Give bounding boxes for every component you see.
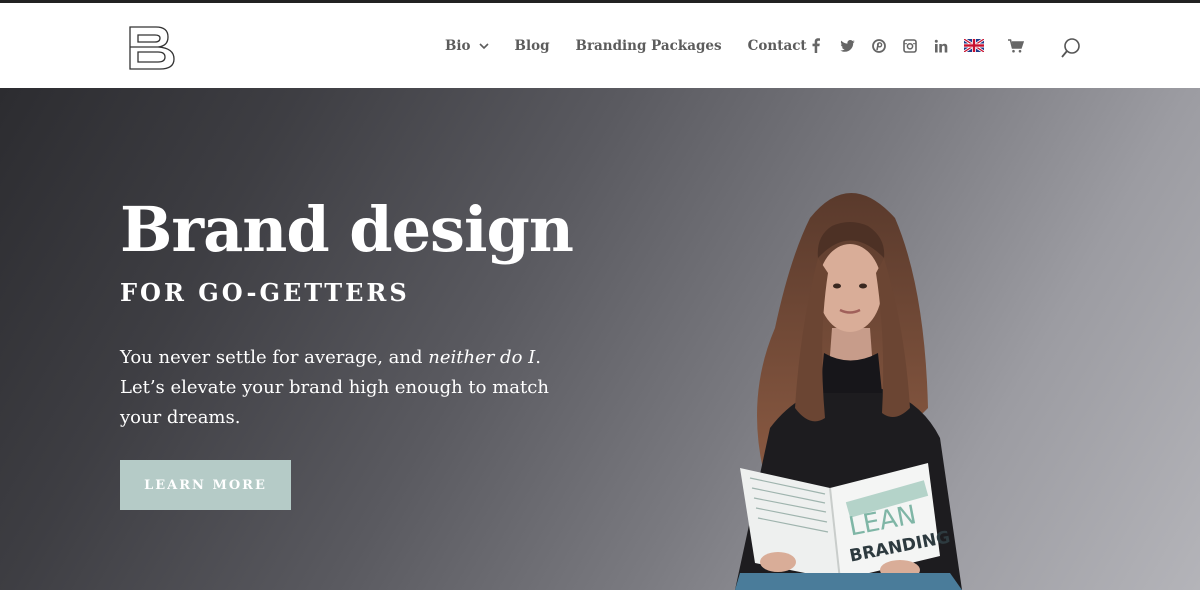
nav-blog[interactable]: Blog [515, 38, 550, 54]
hero-subtitle: FOR GO-GETTERS [120, 278, 410, 307]
woman-reading-book-image: LEAN BRANDING [735, 193, 962, 590]
social-icons [812, 3, 1038, 88]
uk-flag-icon[interactable] [964, 36, 984, 56]
hero-paragraph-start: You never settle for average, and [120, 347, 429, 368]
nav-contact[interactable]: Contact [748, 38, 807, 54]
hero-paragraph-emphasis: neither do I [428, 347, 536, 368]
nav-bio[interactable]: Bio [445, 38, 489, 54]
chevron-down-icon [478, 42, 489, 49]
twitter-icon[interactable] [840, 36, 855, 56]
linkedin-icon[interactable] [934, 36, 948, 56]
instagram-icon[interactable] [903, 36, 917, 56]
letter-b-logo[interactable] [128, 25, 178, 71]
main-nav: Bio Blog Branding Packages Contact [445, 3, 833, 88]
search-icon[interactable] [1060, 37, 1082, 59]
cart-icon[interactable] [1008, 36, 1024, 56]
learn-more-button[interactable]: LEARN MORE [120, 460, 291, 510]
hero-section: LEAN BRANDING Brand design FOR GO-GETTER… [0, 88, 1200, 590]
facebook-icon[interactable] [812, 36, 820, 56]
hero-title: Brand design [120, 193, 574, 266]
nav-branding-packages[interactable]: Branding Packages [576, 38, 722, 54]
nav-bio-label: Bio [445, 37, 471, 54]
pinterest-icon[interactable] [872, 36, 886, 56]
site-header: Bio Blog Branding Packages Contact [0, 3, 1200, 88]
hero-paragraph: You never settle for average, and neithe… [120, 343, 560, 433]
